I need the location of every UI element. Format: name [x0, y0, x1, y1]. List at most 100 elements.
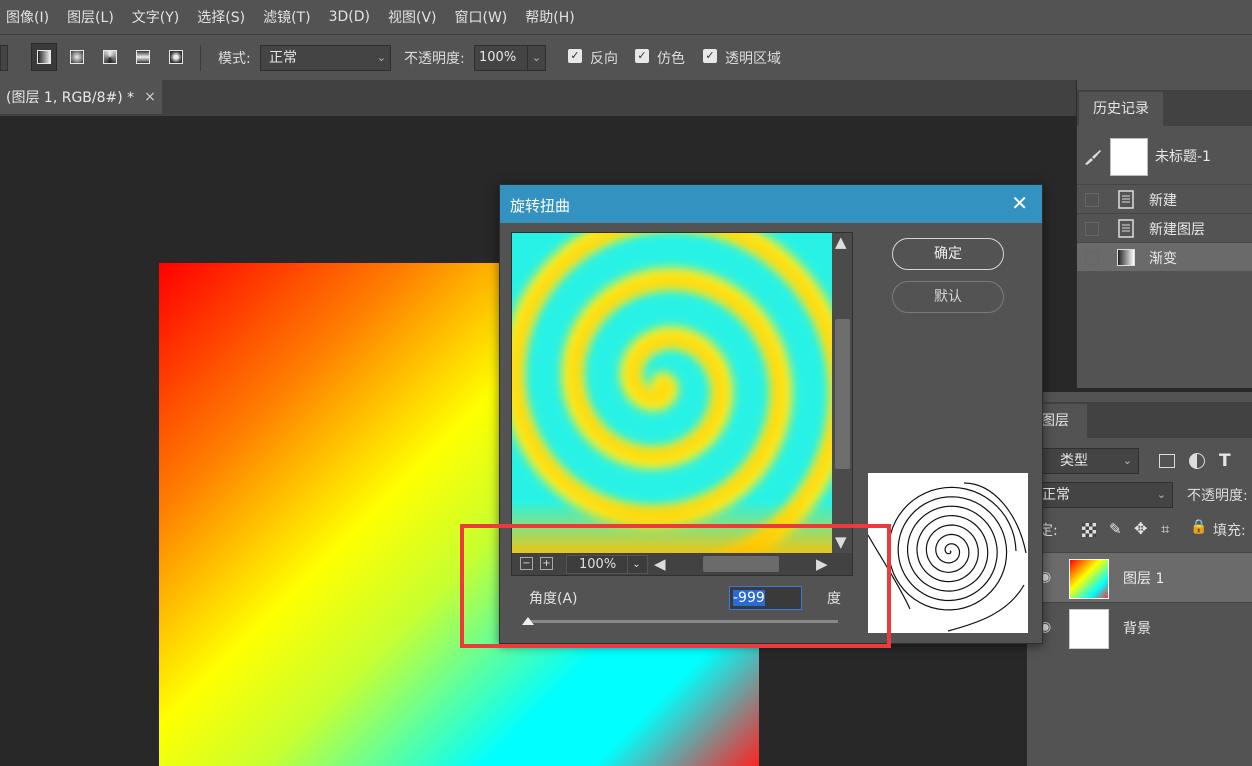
document-icon [1118, 219, 1134, 238]
preview-zoom-bar: − + 100% ⌄ ◀ ▶ [512, 554, 852, 575]
preview-vertical-scrollbar[interactable]: ▲ ▼ [832, 233, 852, 553]
twirl-example-svg [867, 482, 1027, 632]
dither-label: 仿色 [657, 51, 685, 67]
lock-position-move-icon[interactable]: ✥ [1134, 519, 1147, 538]
history-tab[interactable]: 历史记录 [1079, 92, 1163, 126]
dialog-titlebar[interactable]: 旋转扭曲 ✕ [500, 185, 1042, 223]
angle-gradient-button[interactable] [97, 43, 123, 71]
menu-filter[interactable]: 滤镜(T) [263, 7, 310, 27]
lock-artboard-icon[interactable]: ⌗ [1161, 520, 1169, 538]
scroll-right-icon[interactable]: ▶ [816, 557, 828, 572]
zoom-value: 100% [579, 557, 617, 572]
history-item-selected[interactable]: 渐变 [1077, 242, 1252, 271]
menu-view[interactable]: 视图(V) [388, 7, 437, 27]
preview-bottom-band [512, 501, 832, 553]
horizontal-scroll-thumb[interactable] [703, 556, 779, 572]
menu-type[interactable]: 文字(Y) [132, 7, 179, 27]
history-source-box[interactable] [1085, 251, 1099, 265]
document-tab[interactable]: (图层 1, RGB/8#) * × [0, 80, 162, 114]
twirl-dialog: 旋转扭曲 ✕ ▲ ▼ − + 100% ⌄ ◀ ▶ 确定 默认 角度(A) -9… [499, 184, 1043, 644]
filter-preview-pane: ▲ ▼ − + 100% ⌄ ◀ ▶ [511, 232, 853, 576]
history-item-label: 新建图层 [1149, 222, 1205, 238]
image-filter-icon[interactable] [1159, 454, 1175, 468]
close-icon[interactable]: × [144, 89, 156, 105]
vertical-scroll-thumb[interactable] [835, 319, 850, 469]
history-snapshot[interactable]: 未标题-1 [1077, 128, 1252, 184]
type-filter-icon[interactable]: T [1219, 451, 1231, 471]
layer-thumbnail [1069, 559, 1109, 599]
layer-name[interactable]: 图层 1 [1123, 568, 1164, 588]
example-spiral-line [888, 486, 1017, 611]
lock-transparency-icon[interactable] [1082, 523, 1096, 537]
angle-value: -999 [733, 590, 765, 606]
radial-gradient-button[interactable] [64, 43, 90, 71]
blend-mode-value: 正常 [1042, 487, 1070, 503]
lock-pixels-brush-icon[interactable]: ✎ [1109, 520, 1122, 538]
layer-row[interactable]: ◉ 背景 [1027, 602, 1252, 652]
mode-select[interactable]: 正常 ⌄ [260, 45, 391, 71]
ok-button[interactable]: 确定 [892, 238, 1004, 270]
history-item[interactable]: 新建图层 [1077, 213, 1252, 242]
example-curve [947, 584, 1025, 632]
zoom-in-button[interactable]: + [540, 557, 553, 570]
angle-input[interactable]: -999 [729, 586, 802, 610]
preset-picker-edge[interactable] [0, 45, 8, 71]
gradient-tool-icon [1117, 249, 1135, 266]
menu-3d[interactable]: 3D(D) [329, 9, 370, 25]
menu-help[interactable]: 帮助(H) [525, 7, 574, 27]
zoom-out-button[interactable]: − [520, 557, 533, 570]
twirl-preview-image[interactable] [512, 233, 832, 553]
history-item[interactable]: 新建 [1077, 184, 1252, 213]
opacity-label: 不透明度: [404, 51, 465, 67]
blend-mode-select[interactable]: 正常 ⌄ [1031, 482, 1173, 508]
layers-panel: 图层 ⌕ 类型 ⌄ T 正常 ⌄ 不透明度: 锁定: ✎ ✥ ⌗ 🔒 填充: ◉… [1026, 392, 1252, 766]
document-tab-title: (图层 1, RGB/8#) * [6, 90, 135, 106]
layers-tab-bar: 图层 [1027, 402, 1252, 438]
scroll-down-icon[interactable]: ▼ [835, 535, 847, 550]
angle-slider-track[interactable] [526, 620, 838, 623]
close-icon[interactable]: ✕ [1011, 192, 1028, 214]
lock-label-clip: 锁定: [1041, 520, 1057, 538]
scroll-left-icon[interactable]: ◀ [654, 557, 666, 572]
opacity-input[interactable]: 100% ⌄ [474, 45, 546, 71]
layer-row-selected[interactable]: ◉ 图层 1 [1027, 552, 1252, 602]
menu-layer[interactable]: 图层(L) [67, 7, 114, 27]
transparency-checkbox[interactable]: ✓ [703, 49, 717, 63]
layer-thumbnail [1069, 609, 1109, 649]
snapshot-label: 未标题-1 [1155, 149, 1211, 165]
history-source-box[interactable] [1085, 193, 1099, 207]
menu-window[interactable]: 窗口(W) [455, 7, 508, 27]
separator [200, 45, 201, 71]
diamond-gradient-icon [169, 50, 183, 64]
menu-image[interactable]: 图像(I) [6, 7, 49, 27]
dither-checkbox[interactable]: ✓ [635, 49, 649, 63]
twirl-example-image [867, 473, 1028, 633]
chevron-down-icon: ⌄ [1122, 454, 1132, 467]
layer-filter-select[interactable]: ⌕ 类型 ⌄ [1031, 448, 1139, 474]
chevron-down-icon: ⌄ [627, 556, 645, 573]
history-tab-bar: 历史记录 [1077, 90, 1252, 126]
diamond-gradient-button[interactable] [163, 43, 189, 71]
dialog-title: 旋转扭曲 [510, 197, 571, 215]
mode-value: 正常 [269, 50, 297, 66]
history-item-label: 新建 [1149, 193, 1177, 209]
layer-name[interactable]: 背景 [1123, 618, 1151, 638]
history-source-box[interactable] [1085, 222, 1099, 236]
adjustment-filter-icon[interactable] [1189, 453, 1205, 469]
reverse-checkbox[interactable]: ✓ [568, 49, 582, 63]
scroll-up-icon[interactable]: ▲ [835, 235, 847, 250]
history-panel: 历史记录 未标题-1 新建 新建图层 渐变 [1076, 80, 1252, 388]
radial-gradient-icon [70, 50, 84, 64]
twirl-preview-svg [512, 233, 832, 553]
lock-all-icon[interactable]: 🔒 [1190, 519, 1207, 535]
document-tab-bar: (图层 1, RGB/8#) * × [0, 80, 1076, 116]
mode-label: 模式: [218, 51, 251, 67]
options-bar: 模式: 正常 ⌄ 不透明度: 100% ⌄ ✓ 反向 ✓ 仿色 ✓ 透明区域 [0, 34, 1252, 80]
zoom-select[interactable]: 100% ⌄ [566, 555, 648, 574]
linear-gradient-button[interactable] [31, 43, 57, 71]
reflected-gradient-button[interactable] [130, 43, 156, 71]
menu-select[interactable]: 选择(S) [197, 7, 245, 27]
default-button[interactable]: 默认 [892, 281, 1004, 313]
angle-slider-thumb[interactable] [522, 617, 534, 625]
angle-label: 角度(A) [529, 591, 578, 607]
